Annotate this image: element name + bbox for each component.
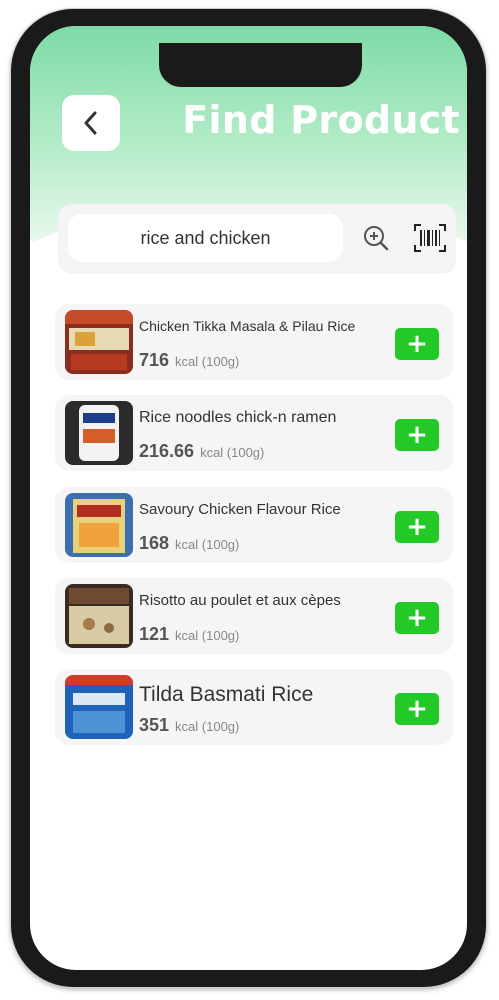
kcal-value: 168: [139, 533, 170, 553]
add-button[interactable]: +: [395, 328, 439, 360]
kcal-unit: kcal (100g): [175, 537, 240, 552]
product-calories: 216.66 kcal (100g): [139, 441, 264, 462]
kcal-value: 216.66: [139, 441, 195, 461]
back-button[interactable]: [62, 95, 120, 151]
product-item[interactable]: Tilda Basmati Rice 351 kcal (100g) +: [55, 669, 453, 745]
product-image: [65, 675, 133, 739]
product-calories: 716 kcal (100g): [139, 350, 239, 371]
phone-notch: [159, 43, 362, 87]
kcal-unit: kcal (100g): [200, 445, 265, 460]
search-input[interactable]: [68, 214, 343, 262]
product-calories: 121 kcal (100g): [139, 624, 239, 645]
product-name: Risotto au poulet et aux cèpes: [139, 592, 341, 609]
add-button[interactable]: +: [395, 511, 439, 543]
product-calories: 168 kcal (100g): [139, 533, 239, 554]
add-button[interactable]: +: [395, 602, 439, 634]
page-title: Find Product: [182, 98, 460, 142]
zoom-in-icon[interactable]: [358, 220, 394, 256]
app-screen: Find Product rice and chicken Chicken Ti…: [30, 26, 467, 970]
product-name: Savoury Chicken Flavour Rice: [139, 501, 341, 518]
kcal-value: 121: [139, 624, 170, 644]
product-item[interactable]: Rice noodles chick-n ramen 216.66 kcal (1…: [55, 395, 453, 471]
product-item[interactable]: Chicken Tikka Masala & Pilau Rice 716 kca…: [55, 304, 453, 380]
product-image: [65, 584, 133, 648]
phone-frame: Find Product rice and chicken Chicken Ti…: [11, 9, 486, 987]
barcode-scan-icon[interactable]: [412, 220, 448, 256]
add-button[interactable]: +: [395, 419, 439, 451]
product-name: Chicken Tikka Masala & Pilau Rice: [139, 318, 356, 334]
search-bar: [58, 204, 456, 274]
kcal-value: 716: [139, 350, 170, 370]
chevron-left-icon: [84, 111, 97, 135]
kcal-value: 351: [139, 715, 170, 735]
product-image: [65, 310, 133, 374]
product-name: Tilda Basmati Rice: [139, 683, 314, 706]
product-image: [65, 401, 133, 465]
product-calories: 351 kcal (100g): [139, 715, 239, 736]
product-item[interactable]: Risotto au poulet et aux cèpes 121 kcal (…: [55, 578, 453, 654]
kcal-unit: kcal (100g): [175, 354, 240, 369]
product-item[interactable]: Savoury Chicken Flavour Rice 168 kcal (10…: [55, 487, 453, 563]
kcal-unit: kcal (100g): [175, 628, 240, 643]
product-image: [65, 493, 133, 557]
kcal-unit: kcal (100g): [175, 719, 240, 734]
add-button[interactable]: +: [395, 693, 439, 725]
product-name: Rice noodles chick-n ramen: [139, 409, 337, 426]
